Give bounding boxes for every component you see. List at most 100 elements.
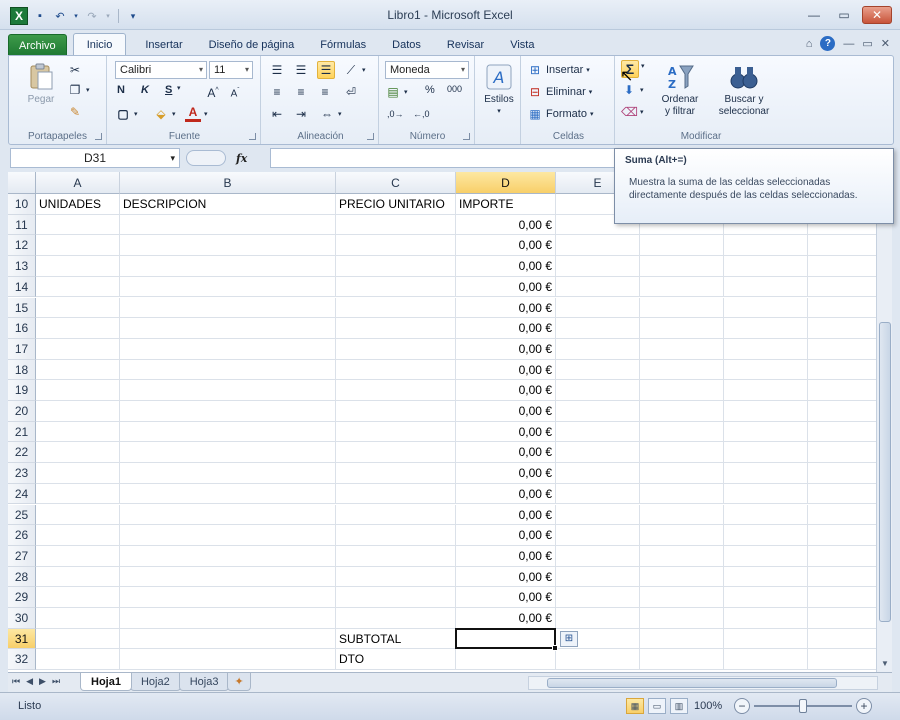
cell-c25[interactable] — [336, 504, 456, 526]
cell-f14[interactable] — [640, 276, 724, 298]
text-orientation-icon[interactable]: ⟋ ▾ — [343, 62, 366, 78]
cell-g23[interactable] — [724, 463, 808, 484]
cell-e25[interactable] — [556, 504, 640, 526]
cell-b16[interactable] — [120, 318, 336, 339]
cell-g27[interactable] — [724, 545, 808, 567]
cell-f32[interactable] — [640, 649, 724, 671]
page-break-view-icon[interactable]: ▥ — [670, 698, 688, 714]
row-header[interactable]: 30 — [8, 608, 36, 629]
cell-g28[interactable] — [724, 566, 808, 588]
cell-b12[interactable] — [120, 235, 336, 257]
tab-vista[interactable]: Vista — [497, 34, 547, 56]
cell-c12[interactable] — [336, 235, 456, 257]
workbook-minimize-icon[interactable]: — — [843, 38, 854, 50]
workbook-restore-icon[interactable]: ▭ — [862, 37, 872, 50]
scroll-down-icon[interactable]: ▼ — [877, 656, 893, 672]
insert-cells-button[interactable]: ⊞ Insertar ▾ — [527, 62, 590, 78]
cell-a31[interactable] — [36, 628, 120, 650]
cell-f31[interactable] — [640, 628, 724, 650]
cell-c20[interactable] — [336, 401, 456, 422]
tab-insertar[interactable]: Insertar — [132, 34, 195, 56]
cell-c28[interactable] — [336, 566, 456, 588]
align-right-icon[interactable]: ≡ — [317, 84, 333, 100]
cell-h30[interactable] — [808, 608, 878, 629]
cell-f19[interactable] — [640, 380, 724, 401]
number-format-select[interactable]: Moneda ▾ — [385, 61, 469, 79]
cell-g12[interactable] — [724, 235, 808, 257]
cell-b30[interactable] — [120, 608, 336, 629]
sheet-tab-hoja3[interactable]: Hoja3 — [178, 673, 230, 691]
wrap-text-icon[interactable]: ⏎ — [343, 84, 359, 100]
cell-b20[interactable] — [120, 401, 336, 422]
cell-b11[interactable] — [120, 214, 336, 236]
cell-g31[interactable] — [724, 628, 808, 650]
cell-e21[interactable] — [556, 421, 640, 443]
cell-b29[interactable] — [120, 587, 336, 608]
zoom-level[interactable]: 100% — [694, 700, 722, 712]
format-cells-button[interactable]: ▦ Formato ▾ — [527, 106, 593, 122]
cell-c21[interactable] — [336, 421, 456, 443]
cell-c22[interactable] — [336, 442, 456, 464]
cell-d12[interactable]: 0,00 € — [456, 235, 556, 257]
cell-f25[interactable] — [640, 504, 724, 526]
cell-a24[interactable] — [36, 483, 120, 505]
restore-icon[interactable]: ▭ — [832, 6, 856, 24]
cell-e13[interactable] — [556, 256, 640, 277]
row-header[interactable]: 14 — [8, 276, 36, 298]
increase-indent-icon[interactable]: ⇥ — [293, 106, 309, 122]
tab-datos[interactable]: Datos — [379, 34, 434, 56]
minimize-ribbon-icon[interactable]: ⌂ — [806, 38, 813, 50]
cell-e24[interactable] — [556, 483, 640, 505]
cell-g21[interactable] — [724, 421, 808, 443]
column-header-c[interactable]: C — [336, 172, 456, 194]
row-header[interactable]: 17 — [8, 338, 36, 360]
row-header[interactable]: 21 — [8, 421, 36, 443]
tab-formulas[interactable]: Fórmulas — [307, 34, 379, 56]
cell-g19[interactable] — [724, 380, 808, 401]
cell-h20[interactable] — [808, 401, 878, 422]
grow-font-icon[interactable]: A^ — [205, 83, 221, 100]
cell-c11[interactable] — [336, 214, 456, 236]
font-family-select[interactable]: Calibri ▾ — [115, 61, 207, 79]
cell-c30[interactable] — [336, 608, 456, 629]
row-header[interactable]: 16 — [8, 318, 36, 339]
row-header[interactable]: 29 — [8, 587, 36, 608]
tab-revisar[interactable]: Revisar — [434, 34, 497, 56]
cell-g18[interactable] — [724, 359, 808, 381]
cell-f12[interactable] — [640, 235, 724, 257]
cell-b15[interactable] — [120, 297, 336, 319]
cell-e17[interactable] — [556, 338, 640, 360]
cell-d21[interactable]: 0,00 € — [456, 421, 556, 443]
cell-d27[interactable]: 0,00 € — [456, 545, 556, 567]
cell-f27[interactable] — [640, 545, 724, 567]
cell-b10[interactable]: DESCRIPCION — [120, 194, 336, 215]
last-sheet-icon[interactable]: ⏭ — [52, 676, 60, 687]
cell-f21[interactable] — [640, 421, 724, 443]
column-header-a[interactable]: A — [36, 172, 120, 194]
cell-f30[interactable] — [640, 608, 724, 629]
cell-a22[interactable] — [36, 442, 120, 464]
cell-c14[interactable] — [336, 276, 456, 298]
fill-color-icon[interactable]: ⬙ ▾ — [153, 106, 175, 122]
row-header[interactable]: 25 — [8, 504, 36, 526]
zoom-out-icon[interactable]: − — [734, 698, 750, 714]
cell-f23[interactable] — [640, 463, 724, 484]
cell-c23[interactable] — [336, 463, 456, 484]
cell-e20[interactable] — [556, 401, 640, 422]
cell-h27[interactable] — [808, 546, 878, 567]
cell-f28[interactable] — [640, 566, 724, 588]
cell-f29[interactable] — [640, 587, 724, 608]
cell-a32[interactable] — [36, 649, 120, 671]
minimize-icon[interactable]: — — [802, 6, 826, 24]
row-header[interactable]: 27 — [8, 545, 36, 567]
cell-e14[interactable] — [556, 276, 640, 298]
cell-f20[interactable] — [640, 401, 724, 422]
cut-icon[interactable]: ✂ — [67, 62, 83, 78]
sheet-tab-hoja1[interactable]: Hoja1 — [80, 673, 132, 691]
row-header[interactable]: 13 — [8, 256, 36, 277]
cell-a19[interactable] — [36, 380, 120, 401]
cell-a15[interactable] — [36, 297, 120, 319]
cell-b21[interactable] — [120, 421, 336, 443]
cell-e28[interactable] — [556, 566, 640, 588]
first-sheet-icon[interactable]: ⏮ — [12, 676, 20, 687]
